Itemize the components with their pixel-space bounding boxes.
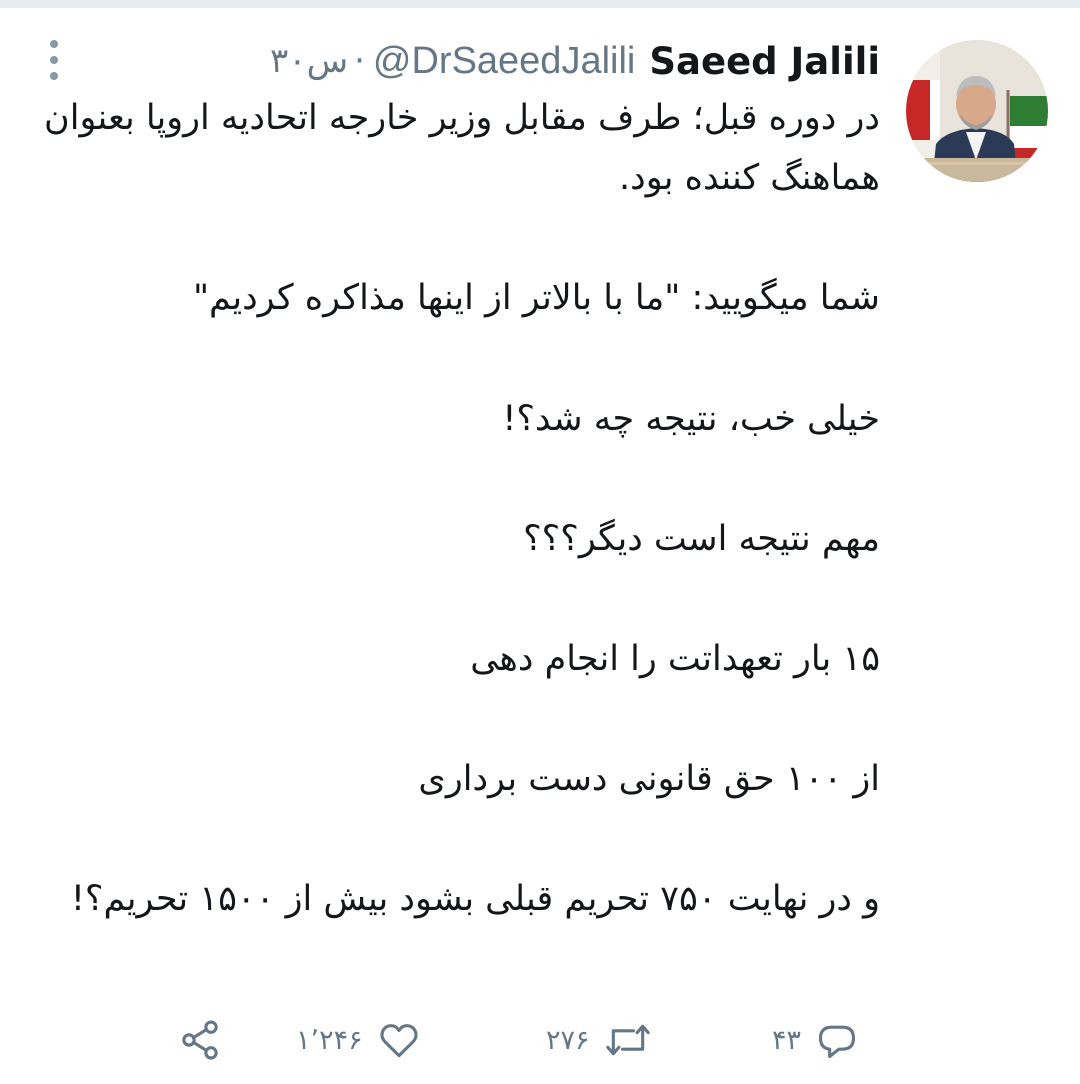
retweet-icon bbox=[605, 1024, 650, 1056]
top-divider bbox=[0, 0, 1080, 8]
tweet-paragraph: ۱۵ بار تعهداتت را انجام دهی bbox=[470, 638, 880, 679]
avatar-photo bbox=[906, 40, 1048, 182]
timestamp[interactable]: ۳۰س bbox=[270, 41, 348, 81]
avatar[interactable] bbox=[906, 40, 1048, 182]
tweet-header: ۳۰س · @DrSaeedJalili Saeed Jalili bbox=[270, 36, 880, 86]
like-count: ۱٬۲۴۶ bbox=[296, 1024, 363, 1056]
share-icon bbox=[182, 1020, 218, 1060]
share-button[interactable] bbox=[178, 1010, 222, 1070]
retweet-button[interactable]: ۲۷۶ bbox=[546, 1010, 652, 1070]
retweet-count: ۲۷۶ bbox=[546, 1024, 590, 1056]
reply-count: ۴۳ bbox=[772, 1024, 802, 1056]
separator-dot: · bbox=[354, 41, 365, 81]
tweet-paragraph: و در نهایت ۷۵۰ تحریم قبلی بشود بیش از ۱۵… bbox=[70, 879, 880, 920]
reply-icon bbox=[818, 1025, 856, 1059]
like-button[interactable]: ۱٬۲۴۶ bbox=[296, 1010, 421, 1070]
tweet-paragraph: خیلی خب، نتیجه چه شد؟! bbox=[502, 398, 880, 439]
author-handle[interactable]: @DrSaeedJalili bbox=[373, 40, 635, 83]
tweet-text: در دوره قبل؛ طرف مقابل وزیر خارجه اتحادی… bbox=[40, 88, 880, 930]
tweet-actions: ۴۳ ۲۷۶ ۱٬۲۴۶ bbox=[0, 1010, 1080, 1070]
tweet-paragraph: از ۱۰۰ حق قانونی دست برداری bbox=[418, 759, 880, 800]
tweet-paragraph: در دوره قبل؛ طرف مقابل وزیر خارجه اتحادی… bbox=[32, 98, 880, 199]
more-vertical-icon[interactable] bbox=[44, 40, 64, 80]
tweet-paragraph: مهم نتیجه است دیگر؟؟؟ bbox=[523, 518, 880, 559]
reply-button[interactable]: ۴۳ bbox=[772, 1010, 859, 1070]
author-display-name[interactable]: Saeed Jalili bbox=[649, 40, 880, 83]
tweet-paragraph: شما میگویید: "ما با بالاتر از اینها مذاک… bbox=[192, 278, 880, 319]
heart-icon bbox=[380, 1024, 418, 1058]
